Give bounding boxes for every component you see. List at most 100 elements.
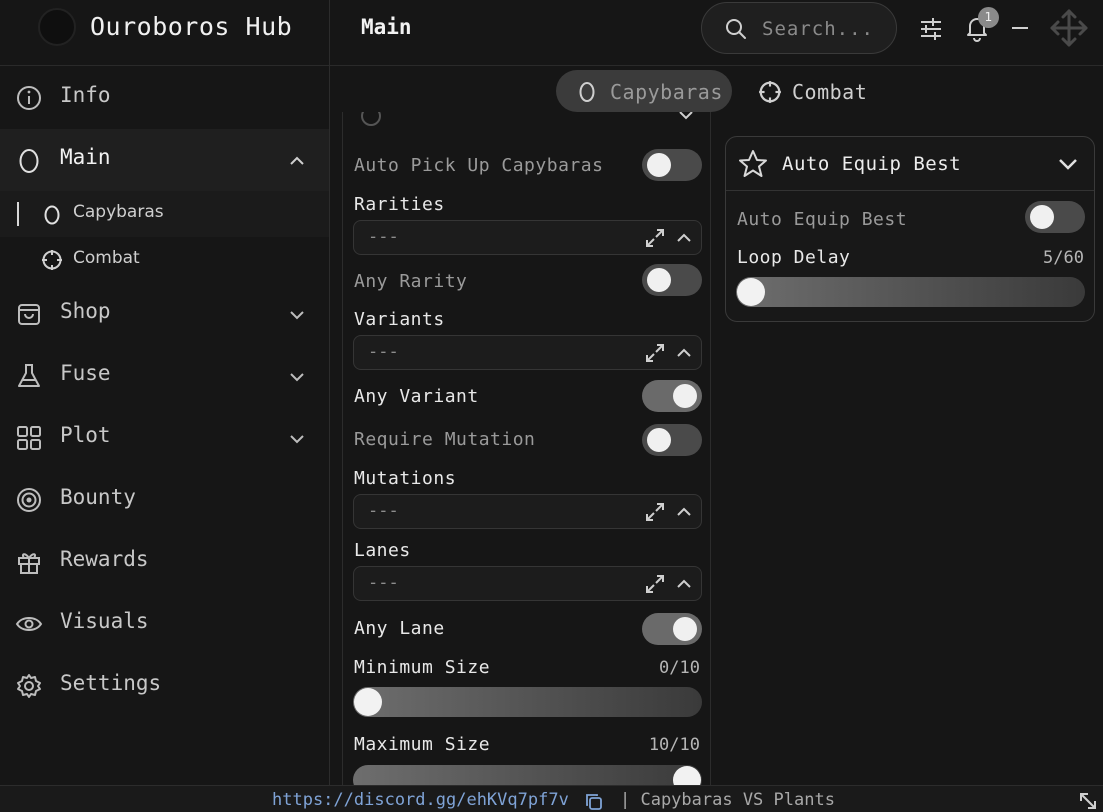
- min-size-value: 0/10: [659, 658, 700, 678]
- card-title: Auto Equip Best: [782, 153, 962, 175]
- expand-icon[interactable]: [644, 573, 666, 595]
- page-title: Main: [361, 15, 412, 39]
- copy-icon[interactable]: [585, 793, 603, 811]
- min-size-slider[interactable]: [353, 687, 702, 717]
- tab-combat[interactable]: Combat: [744, 70, 884, 112]
- loop-delay-slider[interactable]: [736, 277, 1085, 307]
- slider-handle[interactable]: [673, 766, 701, 785]
- top-bar: Ouroboros Hub Main Search... 1: [0, 0, 1103, 66]
- sidebar-subitem-combat[interactable]: Combat: [0, 237, 329, 283]
- sidebar-item-main[interactable]: Main: [0, 129, 329, 191]
- max-size-value: 10/10: [648, 735, 700, 755]
- slider-handle[interactable]: [737, 278, 765, 306]
- lanes-dropdown[interactable]: ---: [353, 566, 702, 601]
- move-icon[interactable]: [1049, 8, 1089, 48]
- sidebar-item-label: Fuse: [60, 361, 111, 385]
- rarities-dropdown[interactable]: ---: [353, 220, 702, 255]
- gift-icon: [18, 553, 40, 574]
- slider-handle[interactable]: [354, 688, 382, 716]
- auto-pickup-toggle[interactable]: [642, 149, 702, 181]
- tab-label: Capybaras: [610, 80, 723, 104]
- minimize-icon[interactable]: [1010, 18, 1030, 38]
- egg-icon: [44, 205, 60, 225]
- active-indicator: [17, 202, 19, 226]
- gear-icon: [17, 674, 41, 698]
- chevron-up-icon[interactable]: [676, 505, 692, 519]
- crosshair-icon: [42, 250, 62, 270]
- sidebar-divider: [329, 0, 330, 785]
- require-mutation-toggle[interactable]: [642, 424, 702, 456]
- search-icon: [726, 19, 746, 39]
- sidebar-item-info[interactable]: Info: [0, 67, 329, 129]
- info-icon: [17, 86, 41, 110]
- sidebar-item-plot[interactable]: Plot: [0, 407, 329, 469]
- auto-pickup-label: Auto Pick Up Capybaras: [354, 155, 604, 176]
- logo: [38, 8, 76, 46]
- sidebar-item-label: Settings: [60, 671, 162, 695]
- capybara-settings-panel: Auto Pick Up Capybaras Rarities --- Any …: [342, 112, 711, 785]
- eye-icon: [15, 617, 43, 631]
- any-lane-toggle[interactable]: [642, 613, 702, 645]
- auto-equip-label: Auto Equip Best: [737, 209, 908, 230]
- expand-icon[interactable]: [644, 501, 666, 523]
- any-variant-toggle[interactable]: [642, 380, 702, 412]
- sidebar-item-bounty[interactable]: Bounty: [0, 469, 329, 531]
- grid-icon: [17, 426, 41, 450]
- egg-icon: [579, 82, 595, 102]
- loop-delay-value: 5/60: [1043, 248, 1084, 268]
- search-placeholder: Search...: [762, 18, 874, 40]
- sliders-icon[interactable]: [918, 16, 944, 42]
- resize-icon[interactable]: [1078, 791, 1098, 811]
- min-size-label: Minimum Size: [354, 657, 491, 678]
- sidebar-subitem-capybaras[interactable]: Capybaras: [0, 191, 329, 237]
- notification-badge: 1: [978, 7, 999, 28]
- app-title: Ouroboros Hub: [90, 12, 293, 41]
- chevron-up-icon[interactable]: [676, 577, 692, 591]
- sidebar: Info Main Capybaras Combat Shop Fuse Plo…: [0, 67, 329, 785]
- chevron-down-icon: [290, 311, 304, 320]
- search-input[interactable]: Search...: [701, 2, 897, 54]
- chevron-down-icon[interactable]: [677, 112, 695, 122]
- mutations-label: Mutations: [354, 468, 457, 489]
- sidebar-subitem-label: Capybaras: [73, 202, 164, 222]
- dropdown-value: ---: [368, 501, 399, 521]
- game-name: | Capybaras VS Plants: [620, 790, 835, 810]
- chevron-up-icon[interactable]: [676, 231, 692, 245]
- sidebar-item-label: Main: [60, 145, 111, 169]
- tab-capybaras[interactable]: Capybaras: [556, 70, 732, 112]
- variants-label: Variants: [354, 309, 445, 330]
- expand-icon[interactable]: [644, 227, 666, 249]
- variants-dropdown[interactable]: ---: [353, 335, 702, 370]
- sidebar-item-visuals[interactable]: Visuals: [0, 593, 329, 655]
- sidebar-item-settings[interactable]: Settings: [0, 655, 329, 717]
- target-icon: [17, 488, 41, 512]
- loop-delay-label: Loop Delay: [737, 247, 851, 268]
- card-header[interactable]: Auto Equip Best: [726, 137, 1094, 191]
- footer: https://discord.gg/ehKVq7pf7v | Capybara…: [0, 785, 1103, 812]
- dropdown-value: ---: [368, 342, 399, 362]
- sidebar-item-label: Info: [60, 83, 111, 107]
- lanes-label: Lanes: [354, 540, 411, 561]
- any-rarity-toggle[interactable]: [642, 264, 702, 296]
- any-rarity-label: Any Rarity: [354, 271, 468, 292]
- max-size-slider[interactable]: [353, 765, 702, 785]
- sidebar-item-fuse[interactable]: Fuse: [0, 345, 329, 407]
- sidebar-item-rewards[interactable]: Rewards: [0, 531, 329, 593]
- expand-icon[interactable]: [644, 342, 666, 364]
- sidebar-item-shop[interactable]: Shop: [0, 283, 329, 345]
- chevron-down-icon: [290, 435, 304, 444]
- sidebar-subitem-label: Combat: [73, 248, 140, 268]
- bag-icon: [18, 304, 40, 325]
- auto-equip-card: Auto Equip Best Auto Equip Best Loop Del…: [725, 136, 1095, 322]
- sidebar-item-label: Rewards: [60, 547, 149, 571]
- sidebar-item-label: Visuals: [60, 609, 149, 633]
- chevron-down-icon[interactable]: [1057, 155, 1079, 173]
- any-lane-label: Any Lane: [354, 618, 445, 639]
- mutations-dropdown[interactable]: ---: [353, 494, 702, 529]
- flask-icon: [18, 364, 40, 387]
- discord-link[interactable]: https://discord.gg/ehKVq7pf7v: [272, 790, 569, 810]
- tab-label: Combat: [792, 80, 868, 104]
- sidebar-item-label: Bounty: [60, 485, 136, 509]
- auto-equip-toggle[interactable]: [1025, 201, 1085, 233]
- chevron-up-icon[interactable]: [676, 346, 692, 360]
